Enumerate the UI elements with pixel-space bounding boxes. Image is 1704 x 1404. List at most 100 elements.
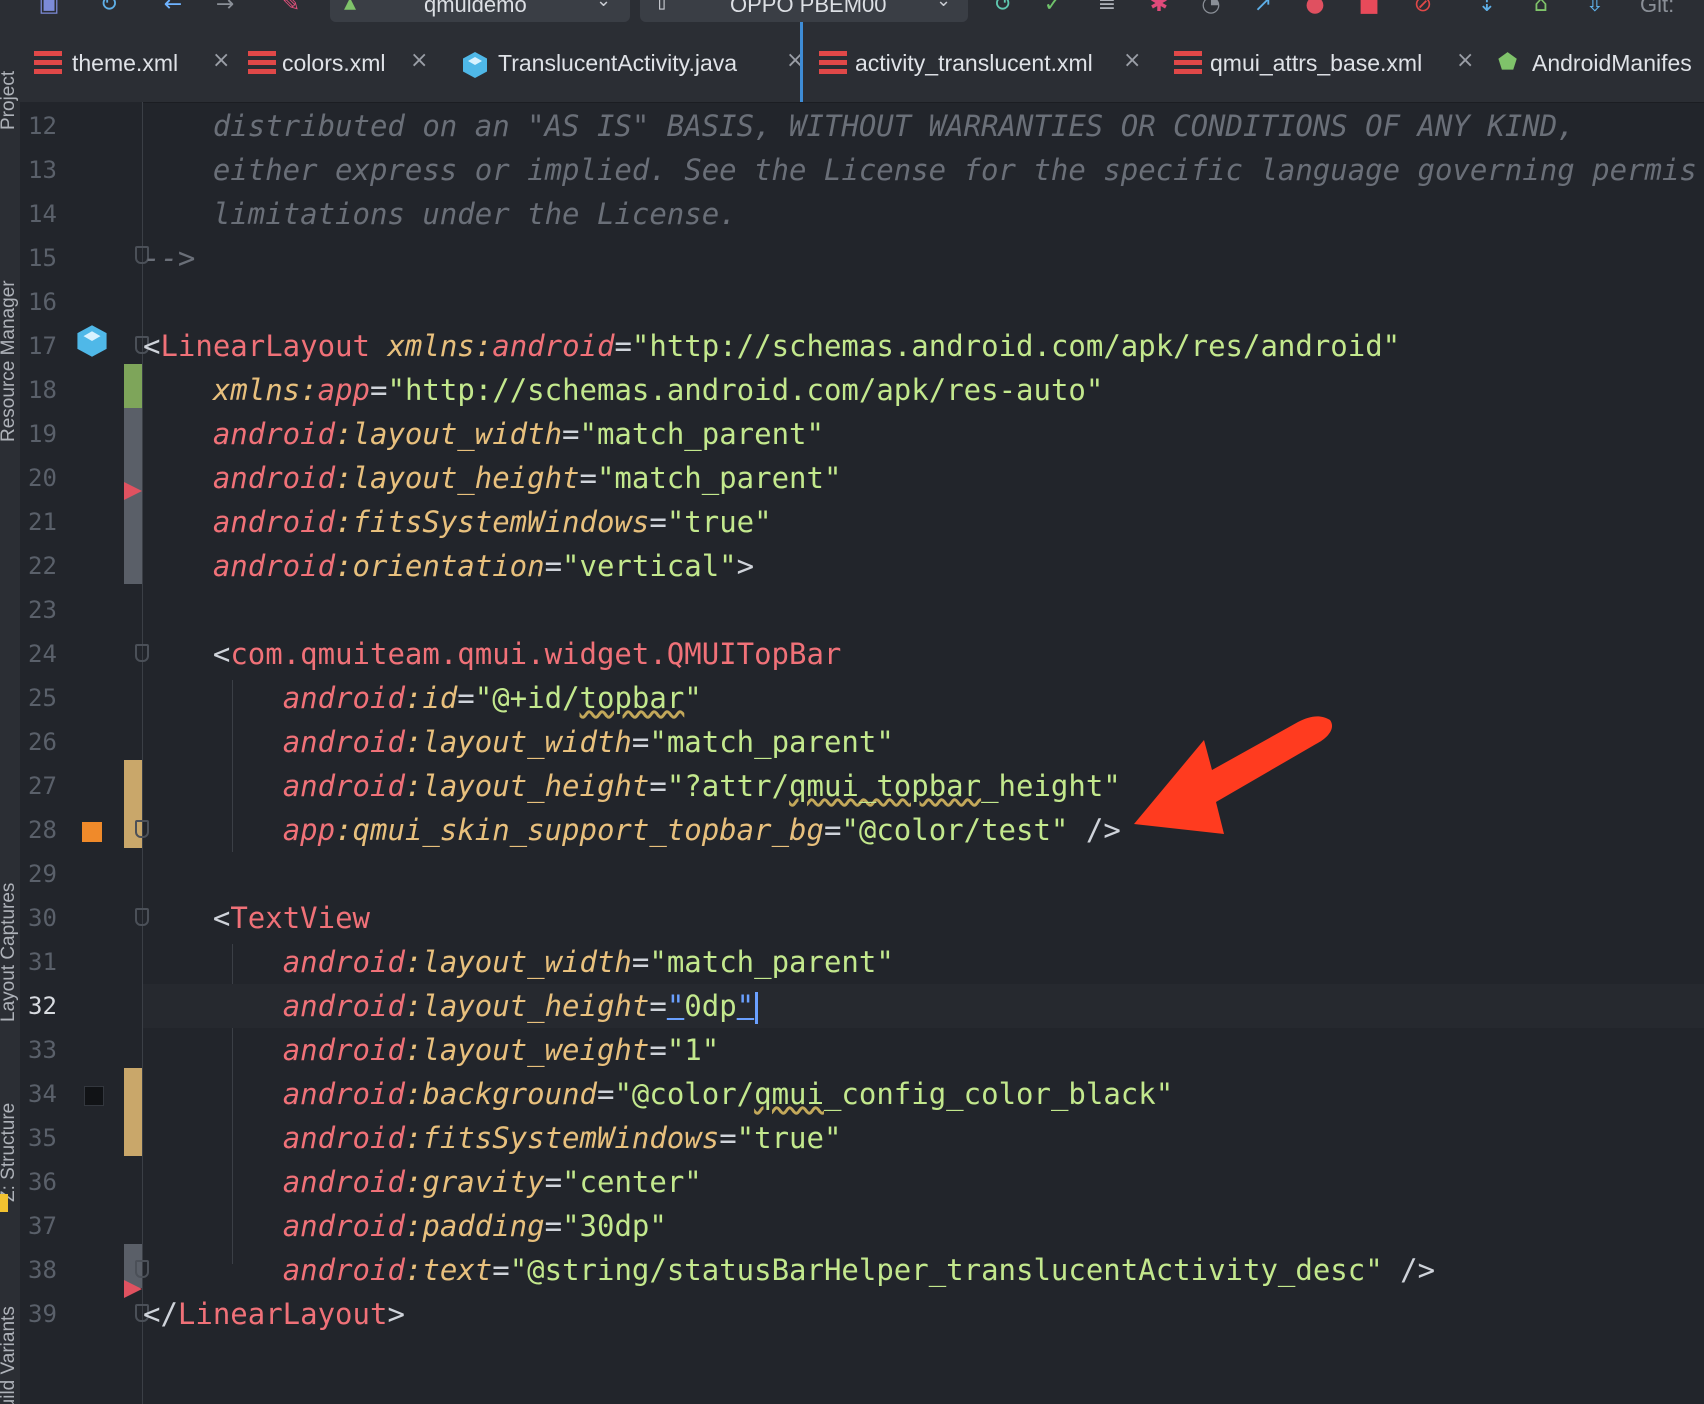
code-line[interactable]: xmlns:app="http://schemas.android.com/ap… [143, 368, 1704, 412]
code-token: app [317, 373, 371, 407]
android-device-icon[interactable]: ⌂ [1528, 0, 1554, 18]
device-selector[interactable]: ▯ OPPO PBEM00 ⌄ [640, 0, 968, 22]
side-panel-resource-manager[interactable]: Resource Manager [0, 280, 20, 442]
code-line[interactable]: android:id="@+id/topbar" [143, 676, 1704, 720]
module-selector[interactable]: ▲ qmuidemo ⌄ [330, 0, 630, 22]
code-token: = [719, 1121, 737, 1155]
code-line[interactable]: android:fitsSystemWindows="true" [143, 1116, 1704, 1160]
code-token: _config_color_black" [823, 1077, 1174, 1111]
attach-debugger-icon[interactable]: ↗ [1250, 0, 1276, 18]
code-line[interactable]: app:qmui_skin_support_topbar_bg="@color/… [143, 808, 1704, 852]
close-icon[interactable]: × [212, 48, 230, 73]
profile-icon[interactable]: ◔ [1198, 0, 1224, 18]
code-token: xmlns [212, 373, 301, 407]
code-token: 0dp [684, 989, 737, 1023]
sync-icon[interactable]: ↻ [96, 0, 122, 18]
tab-colors-xml[interactable]: colors.xml × [248, 22, 448, 102]
code-line[interactable] [143, 852, 1704, 896]
code-line[interactable]: android:layout_weight="1" [143, 1028, 1704, 1072]
vcs-deleted-marker[interactable] [124, 482, 142, 500]
code-token: < [143, 637, 231, 671]
vcs-changed-marker[interactable] [124, 1068, 142, 1156]
code-token: :layout_weight [404, 1033, 650, 1067]
forward-icon[interactable]: → [212, 0, 238, 18]
code-token: android [282, 1033, 405, 1067]
build-hammer-icon[interactable]: ✎ [278, 0, 304, 18]
tab-translucentactivity-java[interactable]: TranslucentActivity.java × [462, 22, 814, 102]
code-line[interactable]: android:text="@string/statusBarHelper_tr… [143, 1248, 1704, 1292]
code-token: /> [1382, 1253, 1436, 1287]
tab-activity-translucent-xml[interactable]: activity_translucent.xml × [800, 22, 1155, 102]
code-token: = [596, 1077, 615, 1111]
code-token: "1" [666, 1033, 720, 1067]
code-token: = [370, 373, 388, 407]
avd-manager-icon[interactable]: ▣ [36, 0, 62, 18]
debug-icon[interactable]: ✱ [1146, 0, 1172, 18]
code-line[interactable]: android:gravity="center" [143, 1160, 1704, 1204]
code-line[interactable] [143, 280, 1704, 324]
code-token: = [631, 945, 650, 979]
close-icon[interactable]: × [1123, 48, 1141, 73]
code-line[interactable]: <com.qmuiteam.qmui.widget.QMUITopBar [143, 632, 1704, 676]
code-editor[interactable]: distributed on an "AS IS" BASIS, WITHOUT… [143, 102, 1704, 1404]
update-project-icon[interactable]: ⇩ [1582, 0, 1608, 18]
code-line[interactable]: android:layout_width="match_parent" [143, 940, 1704, 984]
apply-changes-icon[interactable]: ↺ [990, 0, 1016, 18]
device-icon: ▯ [656, 0, 669, 14]
side-panel-build-variants[interactable]: Build Variants [0, 1306, 20, 1404]
git-label[interactable]: Git: [1640, 0, 1674, 18]
code-line[interactable]: android:padding="30dp" [143, 1204, 1704, 1248]
line-number: 33 [28, 1036, 57, 1064]
code-line[interactable]: android:layout_width="match_parent" [143, 412, 1704, 456]
code-line[interactable]: android:layout_height="match_parent" [143, 456, 1704, 500]
coverage-icon[interactable]: ● [1302, 0, 1328, 18]
sdk-manager-icon[interactable]: ⇣ [1474, 0, 1500, 18]
java-class-icon [462, 51, 490, 78]
code-line[interactable]: --> [143, 236, 1704, 280]
disable-icon[interactable]: ⊘ [1410, 0, 1436, 18]
module-selector-label: qmuidemo [424, 0, 527, 17]
tab-label: theme.xml [72, 50, 179, 76]
code-token: "match_parent" [579, 417, 824, 451]
line-number: 34 [28, 1080, 57, 1108]
code-token: android [282, 1209, 405, 1243]
code-line[interactable]: distributed on an "AS IS" BASIS, WITHOUT… [143, 104, 1704, 148]
code-line[interactable]: <TextView [143, 896, 1704, 940]
close-icon[interactable]: × [1456, 48, 1474, 73]
side-panel-structure[interactable]: Z: Structure [0, 1103, 20, 1202]
run-tests-icon[interactable]: ≡ [1094, 0, 1120, 18]
tab-theme-xml[interactable]: theme.xml × [34, 22, 234, 102]
code-token: qmui [754, 1077, 824, 1111]
tab-qmui-attrs-base-xml[interactable]: qmui_attrs_base.xml × [1174, 22, 1494, 102]
back-icon[interactable]: ← [160, 0, 186, 18]
vcs-added-marker[interactable] [124, 364, 142, 408]
line-number: 25 [28, 684, 57, 712]
code-line[interactable]: either express or implied. See the Licen… [143, 148, 1704, 192]
code-line[interactable]: </LinearLayout> [143, 1292, 1704, 1336]
side-panel-project[interactable]: Project [0, 71, 20, 130]
side-panel-layout-captures[interactable]: Layout Captures [0, 883, 20, 1022]
stop-icon[interactable]: ■ [1356, 0, 1382, 18]
code-token: = [614, 329, 632, 363]
vcs-deleted-marker[interactable] [124, 1280, 142, 1298]
code-token: distributed on an "AS IS" BASIS, WITHOUT… [143, 109, 1575, 143]
apply-code-changes-icon[interactable]: ✓ [1040, 0, 1066, 18]
code-line[interactable]: android:fitsSystemWindows="true" [143, 500, 1704, 544]
tab-androidmanifest[interactable]: ⬟ AndroidManifes [1498, 22, 1704, 102]
code-line[interactable]: android:background="@color/qmui_config_c… [143, 1072, 1704, 1116]
code-token: :layout_height [404, 769, 650, 803]
code-line[interactable] [143, 588, 1704, 632]
code-line[interactable]: <LinearLayout xmlns:android="http://sche… [143, 324, 1704, 368]
code-line[interactable]: limitations under the License. [143, 192, 1704, 236]
code-line[interactable]: android:layout_height="?attr/qmui_topbar… [143, 764, 1704, 808]
code-line[interactable]: android:layout_width="match_parent" [143, 720, 1704, 764]
close-icon[interactable]: × [410, 48, 428, 73]
code-line[interactable]: android:layout_height="0dp" [143, 984, 1704, 1028]
code-line[interactable]: android:orientation="vertical"> [143, 544, 1704, 588]
code-token: : [300, 373, 318, 407]
